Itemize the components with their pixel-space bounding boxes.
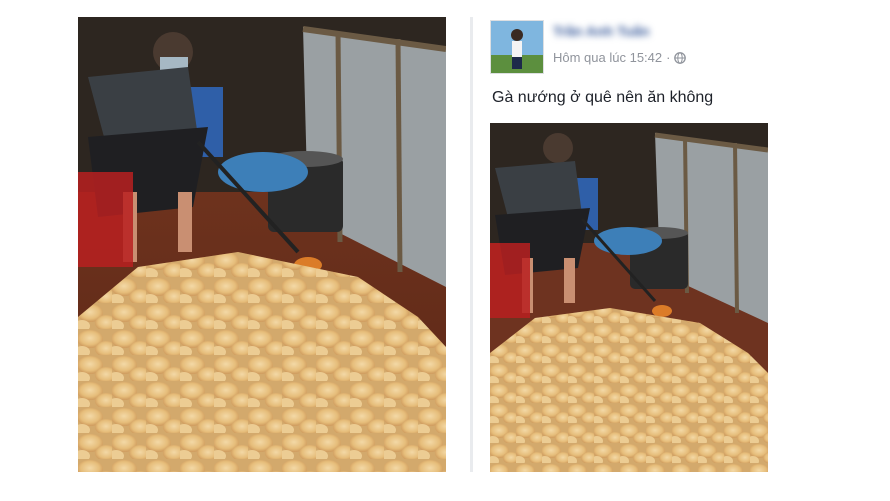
- large-photo[interactable]: [78, 17, 446, 472]
- avatar-image: [491, 21, 543, 73]
- column-divider: [470, 17, 473, 472]
- meta-separator: ·: [666, 50, 671, 65]
- post-text: Gà nướng ở quê nên ăn không: [492, 89, 714, 106]
- avatar[interactable]: [490, 20, 544, 74]
- post-meta: Hôm qua lúc 15:42 ·: [553, 50, 687, 65]
- post-photo-scene: [490, 123, 768, 472]
- author-name[interactable]: Trần Anh Tuấn: [553, 23, 649, 39]
- photo-scene: [78, 17, 446, 472]
- globe-icon[interactable]: [674, 51, 687, 64]
- timestamp[interactable]: Hôm qua lúc 15:42: [553, 50, 662, 65]
- facebook-post: Trần Anh Tuấn Hôm qua lúc 15:42 · Gà nướ…: [490, 17, 770, 472]
- post-photo[interactable]: [490, 123, 768, 472]
